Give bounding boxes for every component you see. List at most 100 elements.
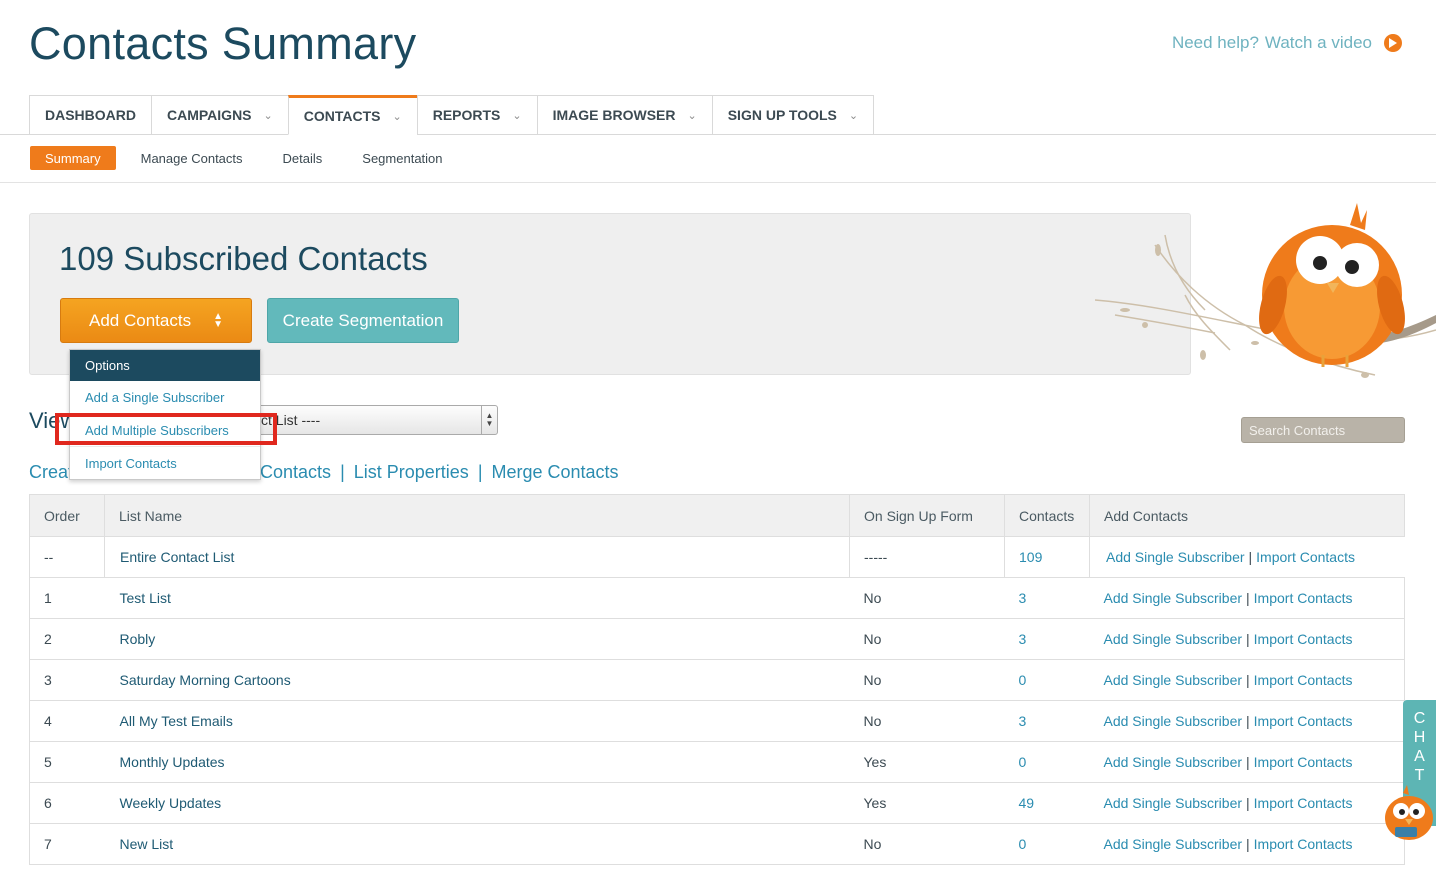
tab-image-browser[interactable]: IMAGE BROWSER ⌄ bbox=[536, 95, 712, 135]
row-actions: Add Single Subscriber | Import Contacts bbox=[1089, 536, 1405, 578]
add-single-subscriber-link[interactable]: Add Single Subscriber bbox=[1106, 549, 1245, 565]
table-row: 1 Test List No 3 Add Single Subscriber | Impor… bbox=[29, 577, 1405, 619]
list-properties-link[interactable]: List Properties bbox=[354, 462, 469, 483]
order-cell: 7 bbox=[29, 823, 105, 865]
tab-label: CONTACTS bbox=[303, 108, 381, 124]
signup-cell: No bbox=[849, 618, 1005, 660]
import-contacts-link[interactable]: Import Contacts bbox=[1254, 836, 1353, 852]
contacts-count-link[interactable]: 0 bbox=[1004, 659, 1090, 701]
search-contacts-input[interactable]: Search Contacts bbox=[1241, 417, 1405, 443]
contacts-count-link[interactable]: 0 bbox=[1004, 741, 1090, 783]
merge-contacts-link[interactable]: Merge Contacts bbox=[492, 462, 619, 483]
add-single-subscriber-link[interactable]: Add Single Subscriber bbox=[1104, 590, 1243, 606]
order-cell: 3 bbox=[29, 659, 105, 701]
add-single-subscriber-link[interactable]: Add Single Subscriber bbox=[1104, 836, 1243, 852]
contacts-count-link[interactable]: 3 bbox=[1004, 577, 1090, 619]
row-actions: Add Single Subscriber | Import Contacts bbox=[1089, 700, 1405, 742]
order-cell: 2 bbox=[29, 618, 105, 660]
tab-campaigns[interactable]: CAMPAIGNS ⌄ bbox=[151, 95, 288, 135]
col-contacts[interactable]: Contacts bbox=[1004, 494, 1090, 537]
col-signup-form[interactable]: On Sign Up Form bbox=[849, 494, 1005, 537]
tab-sign-up-tools[interactable]: SIGN UP TOOLS ⌄ bbox=[711, 95, 875, 135]
list-name-link[interactable]: Saturday Morning Cartoons bbox=[104, 659, 850, 701]
tab-label: REPORTS bbox=[432, 107, 501, 123]
add-contacts-button[interactable]: Add Contacts ▲ ▼ bbox=[60, 298, 252, 343]
list-name-link[interactable]: New List bbox=[104, 823, 850, 865]
help-link[interactable]: Need help? Watch a video bbox=[1172, 33, 1402, 53]
add-single-subscriber-link[interactable]: Add Single Subscriber bbox=[1104, 672, 1243, 688]
table-row: 7 New List No 0 Add Single Subscriber | Import… bbox=[29, 823, 1405, 865]
action-separator: | bbox=[1248, 549, 1253, 565]
col-list-name[interactable]: List Name bbox=[104, 494, 850, 537]
list-name-link[interactable]: Entire Contact List bbox=[104, 536, 850, 578]
subnav-divider bbox=[0, 182, 1436, 183]
bird-mascot bbox=[1095, 203, 1436, 378]
updown-arrows-icon: ▲ ▼ bbox=[481, 406, 497, 434]
tab-dashboard[interactable]: DASHBOARD bbox=[29, 95, 151, 135]
subtab-details[interactable]: Details bbox=[263, 146, 343, 170]
col-order[interactable]: Order bbox=[29, 494, 105, 537]
table-row: 2 Robly No 3 Add Single Subscriber | Import Co… bbox=[29, 618, 1405, 660]
add-single-subscriber-link[interactable]: Add Single Subscriber bbox=[1104, 713, 1243, 729]
order-cell: 5 bbox=[29, 741, 105, 783]
table-row: 3 Saturday Morning Cartoons No 0 Add Single … bbox=[29, 659, 1405, 701]
subtab-segmentation[interactable]: Segmentation bbox=[342, 146, 462, 170]
list-name-link[interactable]: Weekly Updates bbox=[104, 782, 850, 824]
main-nav-tabs: DASHBOARD CAMPAIGNS ⌄ CONTACTS ⌄ REPORTS ⌄ IMAG… bbox=[29, 95, 875, 135]
list-name-link[interactable]: Test List bbox=[104, 577, 850, 619]
list-name-link[interactable]: All My Test Emails bbox=[104, 700, 850, 742]
row-actions: Add Single Subscriber | Import Contacts bbox=[1089, 577, 1405, 619]
option-import-contacts[interactable]: Import Contacts bbox=[70, 447, 260, 480]
row-actions: Add Single Subscriber | Import Contacts bbox=[1089, 741, 1405, 783]
import-contacts-link[interactable]: Import Contacts bbox=[1254, 795, 1353, 811]
import-contacts-link[interactable]: Import Contacts bbox=[1254, 713, 1353, 729]
action-separator: | bbox=[1246, 713, 1250, 729]
option-add-single-subscriber[interactable]: Add a Single Subscriber bbox=[70, 381, 260, 414]
tab-reports[interactable]: REPORTS ⌄ bbox=[416, 95, 537, 135]
table-row: 5 Monthly Updates Yes 0 Add Single Subscribe… bbox=[29, 741, 1405, 783]
contacts-count-link[interactable]: 49 bbox=[1004, 782, 1090, 824]
col-add-contacts: Add Contacts bbox=[1089, 494, 1405, 537]
contacts-count-link[interactable]: 109 bbox=[1004, 536, 1090, 578]
order-cell: 1 bbox=[29, 577, 105, 619]
signup-cell: No bbox=[849, 700, 1005, 742]
import-contacts-link[interactable]: Import Contacts bbox=[1254, 672, 1353, 688]
signup-cell: No bbox=[849, 823, 1005, 865]
contact-lists-table: Order List Name On Sign Up Form Contacts… bbox=[29, 494, 1405, 865]
contacts-count-link[interactable]: 3 bbox=[1004, 700, 1090, 742]
help-text[interactable]: Need help? bbox=[1172, 33, 1259, 53]
import-contacts-link[interactable]: Import Contacts bbox=[1256, 549, 1355, 565]
dropdown-header: Options bbox=[70, 350, 260, 381]
subtab-summary[interactable]: Summary bbox=[30, 146, 116, 170]
contacts-count-link[interactable]: 3 bbox=[1004, 618, 1090, 660]
tab-label: SIGN UP TOOLS bbox=[727, 107, 837, 123]
list-select[interactable]: ct List ---- ▲ ▼ bbox=[240, 405, 498, 435]
tab-contacts[interactable]: CONTACTS ⌄ bbox=[287, 95, 417, 135]
highlight-box bbox=[55, 413, 277, 445]
import-contacts-link[interactable]: Import Contacts bbox=[1254, 631, 1353, 647]
signup-cell: No bbox=[849, 577, 1005, 619]
add-single-subscriber-link[interactable]: Add Single Subscriber bbox=[1104, 754, 1243, 770]
list-name-link[interactable]: Robly bbox=[104, 618, 850, 660]
import-contacts-link[interactable]: Import Contacts bbox=[1254, 590, 1353, 606]
subtab-manage-contacts[interactable]: Manage Contacts bbox=[121, 146, 263, 170]
page-title: Contacts Summary bbox=[29, 18, 417, 69]
add-single-subscriber-link[interactable]: Add Single Subscriber bbox=[1104, 795, 1243, 811]
chat-letter: A bbox=[1414, 748, 1425, 765]
chevron-down-icon: ⌄ bbox=[848, 109, 859, 122]
action-separator: | bbox=[1246, 754, 1250, 770]
watch-video-link[interactable]: Watch a video bbox=[1265, 33, 1372, 53]
play-circle-icon[interactable] bbox=[1384, 34, 1402, 52]
chat-bird-icon[interactable] bbox=[1381, 783, 1436, 843]
list-name-link[interactable]: Monthly Updates bbox=[104, 741, 850, 783]
sub-nav: Summary Manage Contacts Details Segmentatio… bbox=[30, 146, 463, 170]
contacts-count-link[interactable]: 0 bbox=[1004, 823, 1090, 865]
signup-cell: ----- bbox=[849, 536, 1005, 578]
signup-cell: Yes bbox=[849, 782, 1005, 824]
add-single-subscriber-link[interactable]: Add Single Subscriber bbox=[1104, 631, 1243, 647]
create-list-link[interactable]: Creat bbox=[29, 462, 73, 483]
create-segmentation-button[interactable]: Create Segmentation bbox=[267, 298, 459, 343]
link-separator: | bbox=[340, 462, 345, 482]
import-contacts-link[interactable]: Import Contacts bbox=[1254, 754, 1353, 770]
signup-cell: No bbox=[849, 659, 1005, 701]
